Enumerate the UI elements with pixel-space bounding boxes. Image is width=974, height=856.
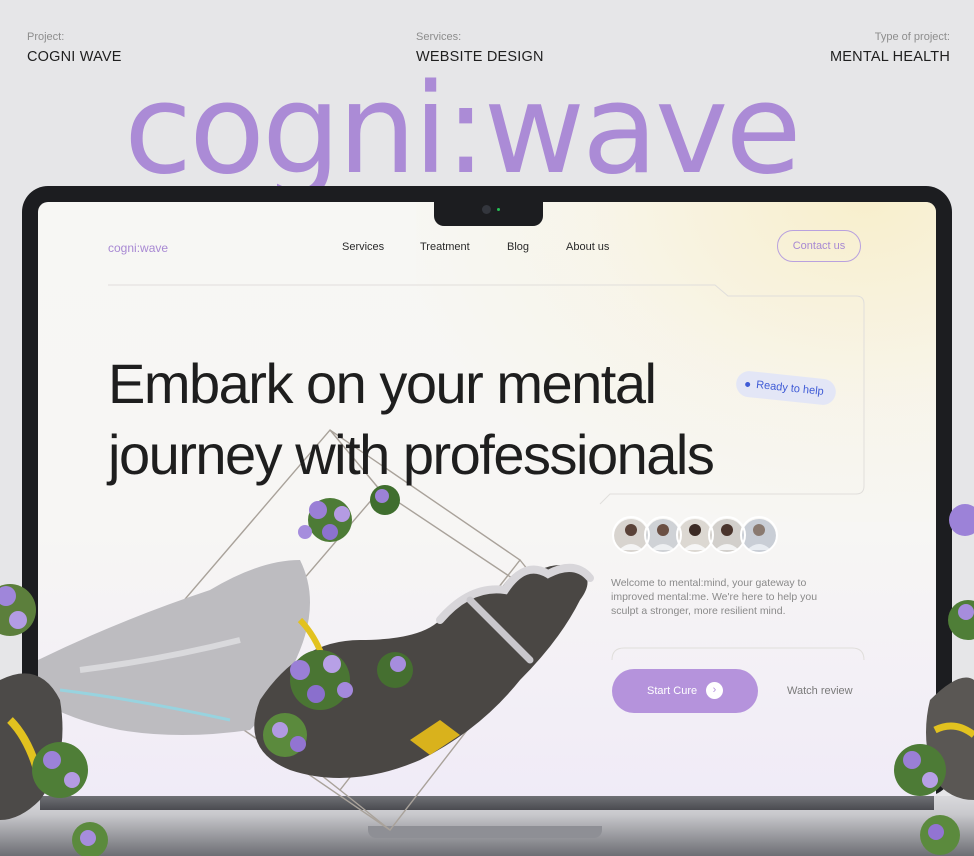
camera-notch (434, 200, 543, 226)
camera-indicator-icon (497, 208, 500, 211)
hero-headline: Embark on your mental journey with profe… (108, 348, 798, 490)
start-cure-button[interactable]: Start Cure › (612, 669, 758, 713)
hero-headline-line2: journey with professionals (108, 423, 715, 486)
watch-review-link[interactable]: Watch review (787, 685, 853, 697)
nav-treatment[interactable]: Treatment (420, 241, 470, 253)
welcome-text: Welcome to mental:mind, your gateway to … (611, 577, 818, 617)
nav-blog[interactable]: Blog (507, 241, 529, 253)
contact-us-button[interactable]: Contact us (777, 230, 861, 262)
camera-icon (482, 205, 491, 214)
hero-headline-line1: Embark on your mental (108, 352, 657, 415)
laptop-screen (38, 202, 936, 796)
meta-project-label: Project: (27, 31, 65, 43)
laptop-base-lip (40, 796, 934, 810)
meta-type-label: Type of project: (874, 31, 950, 43)
site-logo[interactable]: cogni:wave (108, 241, 168, 255)
meta-project-value: COGNI WAVE (27, 49, 122, 65)
nav-services[interactable]: Services (342, 241, 384, 253)
arrow-right-icon: › (706, 682, 723, 699)
meta-type: Type of project: MENTAL HEALTH (830, 31, 950, 65)
meta-type-value: MENTAL HEALTH (830, 49, 950, 65)
meta-project: Project: COGNI WAVE (27, 31, 122, 65)
laptop-hinge (368, 826, 602, 838)
meta-services-label: Services: (416, 31, 462, 43)
start-cure-label: Start Cure (647, 685, 698, 697)
nav-about-us[interactable]: About us (566, 241, 609, 253)
avatar[interactable] (740, 516, 778, 554)
brand-wordmark: cogni:wave (124, 58, 802, 202)
